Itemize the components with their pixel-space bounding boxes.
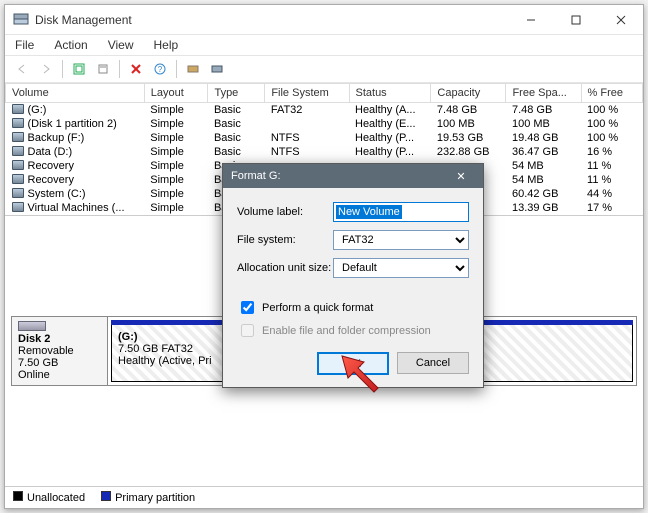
col-free[interactable]: Free Spa...	[506, 84, 581, 103]
help-icon[interactable]: ?	[149, 58, 171, 80]
legend-unallocated: Unallocated	[13, 491, 85, 504]
table-row[interactable]: (Disk 1 partition 2)SimpleBasicHealthy (…	[6, 117, 643, 131]
disk-header: Disk 2 Removable 7.50 GB Online	[12, 317, 108, 385]
col-layout[interactable]: Layout	[144, 84, 208, 103]
col-fs[interactable]: File System	[265, 84, 349, 103]
volume-label-input[interactable]: New Volume	[333, 202, 469, 222]
menu-view[interactable]: View	[104, 36, 138, 54]
label-filesystem: File system:	[237, 234, 333, 246]
label-volume: Volume label:	[237, 206, 333, 218]
close-button[interactable]	[598, 5, 643, 35]
back-icon	[11, 58, 33, 80]
table-row[interactable]: Data (D:)SimpleBasicNTFSHealthy (P...232…	[6, 145, 643, 159]
window-title: Disk Management	[35, 13, 508, 27]
delete-icon[interactable]	[125, 58, 147, 80]
col-pct[interactable]: % Free	[581, 84, 642, 103]
dialog-title: Format G:	[231, 170, 447, 182]
table-row[interactable]: Backup (F:)SimpleBasicNTFSHealthy (P...1…	[6, 131, 643, 145]
menu-help[interactable]: Help	[150, 36, 183, 54]
svg-text:?: ?	[158, 65, 163, 74]
dialog-titlebar: Format G: ✕	[223, 164, 483, 188]
cancel-button[interactable]: Cancel	[397, 352, 469, 374]
rescan-icon[interactable]	[182, 58, 204, 80]
partition-label: (G:)	[118, 331, 138, 343]
format-dialog: Format G: ✕ Volume label: New Volume Fil…	[222, 163, 484, 388]
partition-status: Healthy (Active, Pri	[118, 355, 212, 367]
legend: Unallocated Primary partition	[5, 486, 643, 508]
titlebar: Disk Management	[5, 5, 643, 35]
ok-button[interactable]: OK	[317, 352, 389, 375]
forward-icon	[35, 58, 57, 80]
col-type[interactable]: Type	[208, 84, 265, 103]
minimize-button[interactable]	[508, 5, 553, 35]
drive-icon[interactable]	[206, 58, 228, 80]
disk-kind: Removable	[18, 345, 101, 357]
removable-disk-icon	[18, 321, 46, 331]
menu-file[interactable]: File	[11, 36, 38, 54]
filesystem-select[interactable]: FAT32	[333, 230, 469, 250]
app-icon	[13, 10, 29, 29]
legend-primary: Primary partition	[101, 491, 195, 504]
maximize-button[interactable]	[553, 5, 598, 35]
col-volume[interactable]: Volume	[6, 84, 145, 103]
disk-state: Online	[18, 369, 101, 381]
refresh-icon[interactable]	[68, 58, 90, 80]
compression-checkbox: Enable file and folder compression	[237, 321, 469, 340]
properties-icon[interactable]	[92, 58, 114, 80]
menu-action[interactable]: Action	[50, 36, 91, 54]
table-row[interactable]: (G:)SimpleBasicFAT32Healthy (A...7.48 GB…	[6, 103, 643, 118]
col-capacity[interactable]: Capacity	[431, 84, 506, 103]
disk-name: Disk 2	[18, 333, 101, 345]
col-status[interactable]: Status	[349, 84, 431, 103]
disk-size: 7.50 GB	[18, 357, 101, 369]
toolbar: ?	[5, 55, 643, 83]
partition-size: 7.50 GB FAT32	[118, 343, 193, 355]
allocation-select[interactable]: Default	[333, 258, 469, 278]
quick-format-checkbox[interactable]: Perform a quick format	[237, 298, 469, 317]
label-allocation: Allocation unit size:	[237, 262, 333, 274]
menubar: File Action View Help	[5, 35, 643, 55]
dialog-close-icon[interactable]: ✕	[447, 170, 475, 183]
